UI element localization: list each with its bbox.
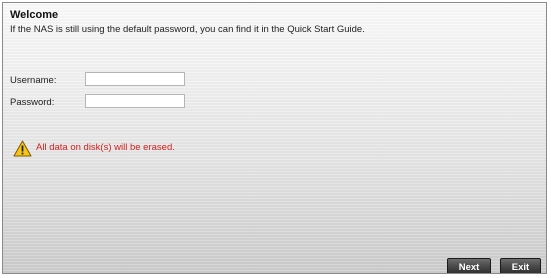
username-label: Username:	[10, 75, 57, 86]
next-button[interactable]: Next	[447, 258, 491, 273]
erase-warning-text: All data on disk(s) will be erased.	[36, 142, 175, 153]
dialog-title: Welcome	[10, 9, 59, 21]
exit-button[interactable]: Exit	[500, 258, 541, 273]
username-input[interactable]	[85, 72, 185, 86]
intro-message: If the NAS is still using the default pa…	[10, 24, 365, 35]
warning-triangle-icon	[13, 140, 32, 157]
password-label: Password:	[10, 97, 55, 108]
welcome-dialog: Welcome If the NAS is still using the de…	[2, 2, 547, 274]
password-input[interactable]	[85, 94, 185, 108]
